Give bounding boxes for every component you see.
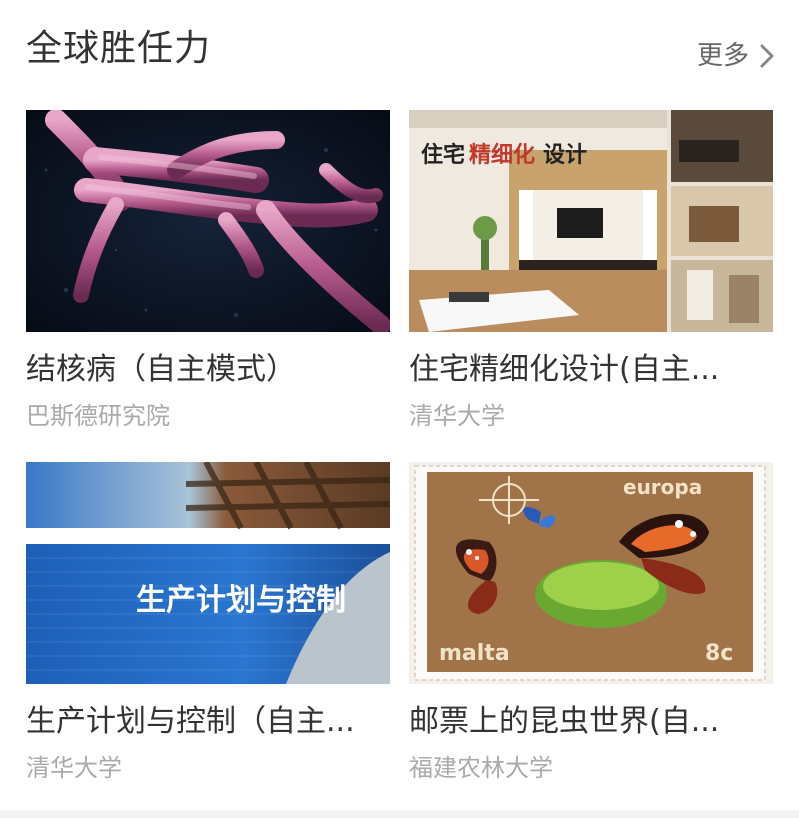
chevron-right-icon [757, 41, 777, 71]
course-thumbnail[interactable] [26, 110, 390, 332]
thumb-text-a: 住宅 [421, 142, 465, 168]
thumb-text: 生产计划与控制 [136, 583, 346, 618]
course-card[interactable]: 住宅 精细化 设计 住宅精细化设计(自主... 清华大学 [409, 110, 773, 432]
course-title[interactable]: 邮票上的昆虫世界(自... [409, 702, 773, 742]
thumb-text-c: 设计 [543, 143, 587, 168]
section-divider [0, 810, 799, 818]
stamp-value-text: 8c [705, 641, 733, 666]
section-title: 全球胜任力 [26, 28, 212, 69]
course-title[interactable]: 结核病（自主模式） [26, 350, 390, 390]
course-institution: 巴斯德研究院 [26, 402, 170, 430]
bacteria-micrograph-image [26, 110, 390, 332]
production-banner-image: 生产计划与控制 [26, 462, 390, 684]
course-institution: 福建农林大学 [409, 754, 553, 782]
stamp-top-text: europa [623, 475, 702, 499]
more-label: 更多 [696, 41, 749, 71]
interior-design-image: 住宅 精细化 设计 [409, 110, 773, 332]
course-institution: 清华大学 [409, 402, 505, 430]
course-title[interactable]: 住宅精细化设计(自主... [409, 350, 773, 390]
stamp-country-text: malta [439, 641, 510, 666]
thumb-text-b: 精细化 [469, 142, 535, 168]
course-thumbnail[interactable]: 住宅 精细化 设计 [409, 110, 773, 332]
butterfly-stamp-image: europa malta 8c [409, 462, 773, 684]
course-card[interactable]: 结核病（自主模式） 巴斯德研究院 [26, 110, 390, 432]
course-thumbnail[interactable]: 生产计划与控制 [26, 462, 390, 684]
course-card[interactable]: 生产计划与控制 生产计划与控制（自主... 清华大学 [26, 462, 390, 784]
more-button[interactable]: 更多 [697, 38, 777, 74]
course-thumbnail[interactable]: europa malta 8c [409, 462, 773, 684]
course-title[interactable]: 生产计划与控制（自主... [26, 702, 390, 742]
course-card[interactable]: europa malta 8c 邮票上的昆虫世界(自... 福建农林大学 [409, 462, 773, 784]
section-header: 全球胜任力 更多 [0, 0, 799, 100]
course-institution: 清华大学 [26, 754, 122, 782]
